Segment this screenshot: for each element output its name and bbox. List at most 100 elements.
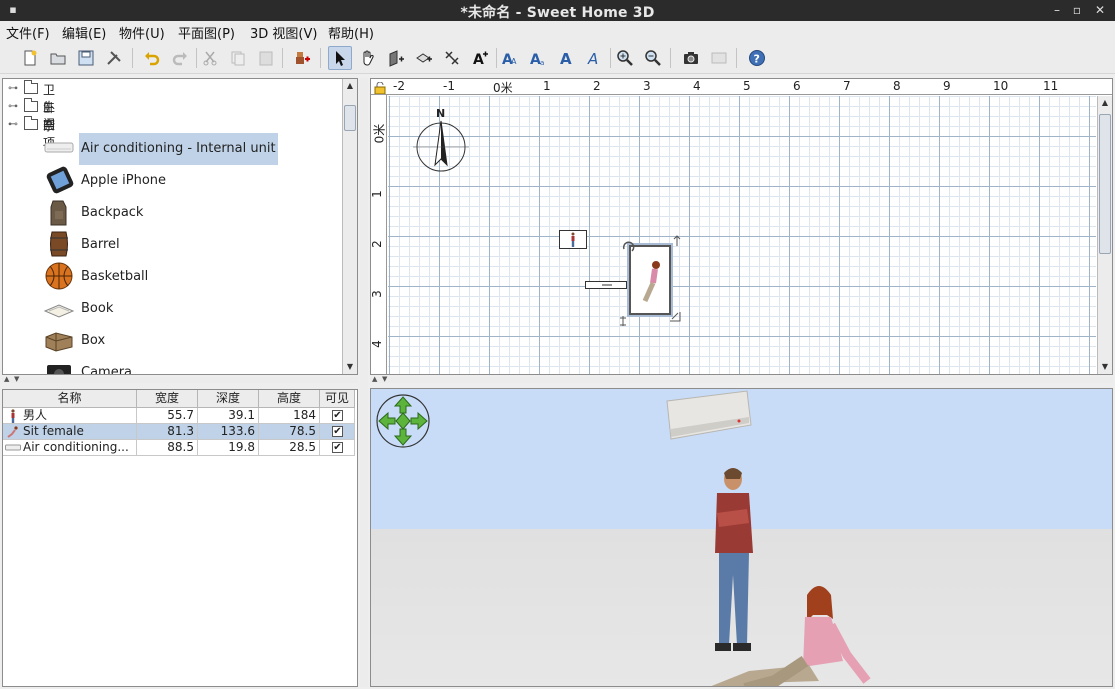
3d-view[interactable] [370, 388, 1113, 687]
visible-checkbox[interactable]: ✔ [332, 442, 343, 453]
column-header-visible[interactable]: 可见 [320, 390, 355, 408]
undo-button[interactable] [140, 46, 164, 70]
dimension-icon [445, 51, 459, 65]
row-height: 78.5 [259, 424, 320, 440]
right-split-divider[interactable]: ▲ ▼ [370, 375, 1113, 383]
create-photo-button[interactable] [679, 46, 703, 70]
ruler-label: 0米 [493, 81, 513, 95]
pan-mode-button[interactable] [356, 46, 380, 70]
plan-piece-sit-female[interactable] [627, 243, 673, 317]
collapse-icon[interactable]: ⊷ [8, 119, 20, 131]
column-header-height[interactable]: 高度 [259, 390, 320, 408]
3d-air-conditioner[interactable] [665, 389, 753, 443]
increase-text-size-button[interactable]: AA [498, 46, 522, 70]
paste-icon [259, 51, 273, 66]
redo-button[interactable] [168, 46, 192, 70]
plan-scrollbar[interactable]: ▲ ▼ [1097, 96, 1112, 374]
add-text-button[interactable]: A [468, 46, 492, 70]
copy-button[interactable] [226, 46, 250, 70]
scroll-up-icon[interactable]: ▲ [343, 79, 357, 93]
copy-icon [231, 51, 245, 66]
plan-grid[interactable] [388, 96, 1096, 374]
furniture-catalog-tree: ⊶ 卫生间 ⊶ 卧室 ⊷ 杂项 Air conditioning - Inter… [2, 78, 358, 375]
help-button[interactable]: ? [745, 46, 769, 70]
table-row[interactable]: Air conditioning... 88.5 19.8 28.5 ✔ [3, 440, 355, 456]
open-folder-icon [50, 53, 66, 65]
create-rooms-button[interactable] [412, 46, 436, 70]
wall-icon [389, 50, 404, 67]
cut-button[interactable] [198, 46, 222, 70]
plan-piece-man[interactable] [559, 230, 587, 249]
ruler-label: 5 [743, 79, 751, 93]
plan-view[interactable]: -2 -1 0米 1 2 3 4 5 6 7 8 9 10 11 0米 1 2 … [370, 78, 1113, 375]
column-header-depth[interactable]: 深度 [198, 390, 259, 408]
bold-button[interactable]: A [554, 46, 578, 70]
open-button[interactable] [46, 46, 70, 70]
height-handle-icon[interactable] [617, 315, 629, 327]
svg-text:A: A [587, 50, 598, 67]
decrease-text-size-button[interactable]: Aa [526, 46, 550, 70]
zoom-out-button[interactable] [641, 46, 665, 70]
column-header-name[interactable]: 名称 [3, 390, 137, 408]
close-icon[interactable]: ✕ [1092, 2, 1108, 18]
scroll-thumb[interactable] [344, 105, 356, 131]
ruler-label: 3 [370, 290, 384, 298]
add-furniture-button[interactable] [290, 46, 314, 70]
menu-help[interactable]: 帮助(H) [328, 23, 374, 42]
select-mode-button[interactable] [328, 46, 352, 70]
row-depth: 133.6 [198, 424, 259, 440]
scroll-down-icon[interactable]: ▼ [343, 360, 357, 374]
text-size-up-icon: AA [502, 52, 517, 67]
ruler-label: -2 [393, 79, 405, 93]
catalog-scrollbar[interactable]: ▲ ▼ [342, 79, 357, 374]
left-split-divider[interactable]: ▲ ▼ [2, 375, 358, 383]
row-height: 184 [259, 408, 320, 424]
visible-checkbox[interactable]: ✔ [332, 410, 343, 421]
folder-open-icon [24, 116, 38, 130]
create-walls-button[interactable] [384, 46, 408, 70]
new-home-button[interactable] [18, 46, 42, 70]
scroll-down-icon[interactable]: ▼ [1098, 360, 1112, 374]
save-button[interactable] [74, 46, 98, 70]
column-header-width[interactable]: 宽度 [137, 390, 198, 408]
room-icon [416, 53, 432, 63]
save-icon [78, 50, 94, 66]
zoom-in-button[interactable] [613, 46, 637, 70]
undo-icon [145, 52, 160, 66]
minimize-icon[interactable]: – [1049, 2, 1065, 18]
3d-sit-female[interactable] [709, 581, 889, 687]
table-row[interactable]: Sit female 81.3 133.6 78.5 ✔ [3, 424, 355, 440]
scroll-thumb[interactable] [1099, 114, 1111, 254]
expand-icon[interactable]: ⊶ [8, 101, 20, 113]
italic-icon: A [587, 50, 598, 67]
expand-icon[interactable]: ⊶ [8, 83, 20, 95]
rotate-handle-icon[interactable] [621, 239, 635, 253]
navigation-arrows-icon[interactable] [375, 393, 431, 449]
visible-checkbox[interactable]: ✔ [332, 426, 343, 437]
lock-icon[interactable] [374, 82, 386, 94]
camera-icon [684, 52, 698, 64]
barrel-icon [50, 231, 68, 257]
menu-furniture[interactable]: 物件(U) [119, 23, 165, 42]
maximize-icon[interactable]: ▫ [1069, 2, 1085, 18]
elevation-handle-icon[interactable] [671, 235, 683, 247]
menu-3d-view[interactable]: 3D 视图(V) [250, 23, 317, 42]
menu-file[interactable]: 文件(F) [6, 23, 50, 42]
create-video-button[interactable] [707, 46, 731, 70]
create-dimensions-button[interactable] [440, 46, 464, 70]
row-width: 55.7 [137, 408, 198, 424]
resize-handle-icon[interactable] [669, 311, 681, 323]
vertical-split-divider[interactable] [360, 78, 368, 687]
plan-piece-air-conditioner[interactable] [585, 281, 627, 289]
scroll-up-icon[interactable]: ▲ [1098, 96, 1112, 110]
menu-edit[interactable]: 编辑(E) [62, 23, 106, 42]
table-row[interactable]: 男人 55.7 39.1 184 ✔ [3, 408, 355, 424]
arrow-pointer-icon [336, 51, 345, 66]
ruler-label: 1 [370, 190, 384, 198]
italic-button[interactable]: A [582, 46, 606, 70]
menu-plan[interactable]: 平面图(P) [178, 23, 235, 42]
preferences-button[interactable] [102, 46, 126, 70]
paste-button[interactable] [254, 46, 278, 70]
svg-text:a: a [540, 59, 544, 67]
add-furniture-icon [296, 52, 310, 64]
